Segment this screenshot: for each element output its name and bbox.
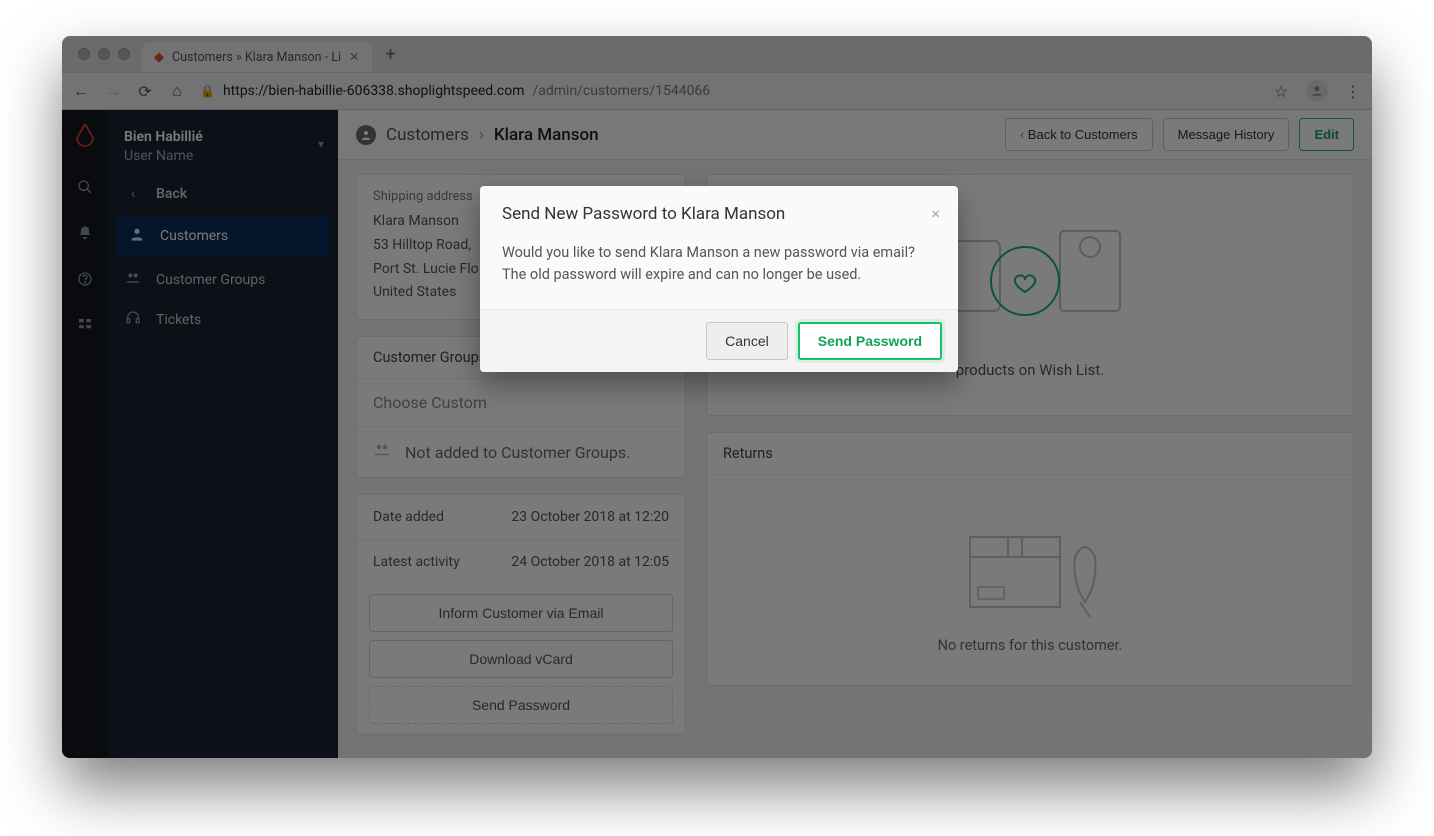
send-password-modal: Send New Password to Klara Manson × Woul… [480,186,958,372]
browser-window: ◆ Customers » Klara Manson - Li ✕ + ← → … [62,36,1372,758]
cancel-button[interactable]: Cancel [706,322,788,360]
modal-backdrop[interactable] [62,36,1372,758]
close-icon[interactable]: × [931,204,940,223]
send-password-confirm-button[interactable]: Send Password [798,322,942,360]
modal-title: Send New Password to Klara Manson [502,204,785,224]
modal-body-text: Would you like to send Klara Manson a ne… [502,244,915,283]
